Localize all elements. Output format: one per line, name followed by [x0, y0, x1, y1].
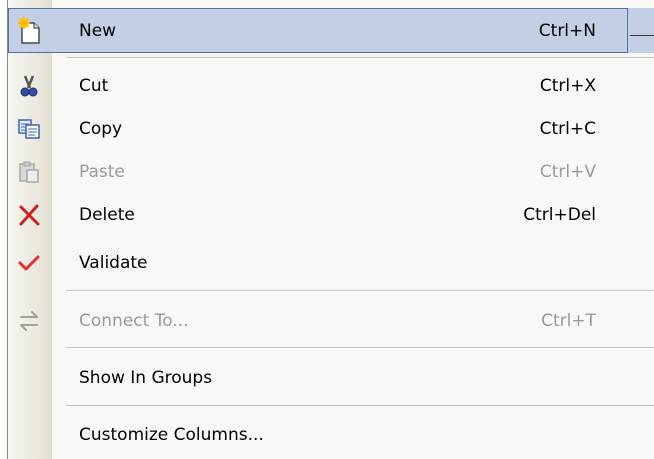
- scissors-icon: [14, 71, 44, 101]
- delete-x-icon: [14, 200, 44, 230]
- menu-item-show-in-groups[interactable]: Show In Groups: [8, 358, 654, 398]
- menu-item-shortcut: Ctrl+X: [539, 76, 596, 96]
- menu-item-label: New: [79, 20, 117, 41]
- menu-item-shortcut: Ctrl+T: [541, 311, 596, 331]
- connect-arrows-icon: [14, 306, 44, 336]
- menu-separator: [66, 290, 654, 292]
- menu-item-customize-columns[interactable]: Customize Columns...: [8, 415, 654, 455]
- menu-item-label: Show In Groups: [79, 368, 213, 388]
- menu-item-delete[interactable]: Delete Ctrl+Del: [8, 195, 654, 235]
- copy-icon: [14, 114, 44, 144]
- paste-icon: [14, 157, 44, 187]
- menu-item-new[interactable]: New Ctrl+N: [8, 8, 654, 53]
- menu-item-paste[interactable]: Paste Ctrl+V: [8, 152, 654, 192]
- new-document-icon: [14, 16, 44, 46]
- menu-item-cut[interactable]: Cut Ctrl+X: [8, 66, 654, 106]
- menu-item-shortcut: Ctrl+V: [539, 162, 596, 182]
- menu-item-validate[interactable]: Validate: [8, 243, 654, 283]
- menu-item-label: Copy: [79, 119, 123, 139]
- cursor-line: [630, 35, 654, 36]
- menu-item-shortcut: Ctrl+N: [538, 20, 596, 41]
- menu-item-label: Cut: [79, 76, 109, 96]
- menu-item-label: Validate: [79, 253, 148, 273]
- menu-item-copy[interactable]: Copy Ctrl+C: [8, 109, 654, 149]
- menu-separator: [66, 57, 654, 59]
- checkmark-icon: [14, 248, 44, 278]
- menu-item-label: Connect To...: [79, 311, 189, 331]
- menu-item-connect-to[interactable]: Connect To... Ctrl+T: [8, 301, 654, 341]
- menu-item-label: Customize Columns...: [79, 425, 264, 445]
- menu-item-shortcut: Ctrl+Del: [523, 205, 596, 225]
- menu-separator: [66, 347, 654, 349]
- menu-item-shortcut: Ctrl+C: [539, 119, 596, 139]
- menu-item-label: Delete: [79, 205, 135, 225]
- menu-separator: [66, 405, 654, 407]
- context-menu: New Ctrl+N Cut Ctrl+X Copy Ctrl+C Paste …: [0, 0, 654, 459]
- menu-item-label: Paste: [79, 162, 125, 182]
